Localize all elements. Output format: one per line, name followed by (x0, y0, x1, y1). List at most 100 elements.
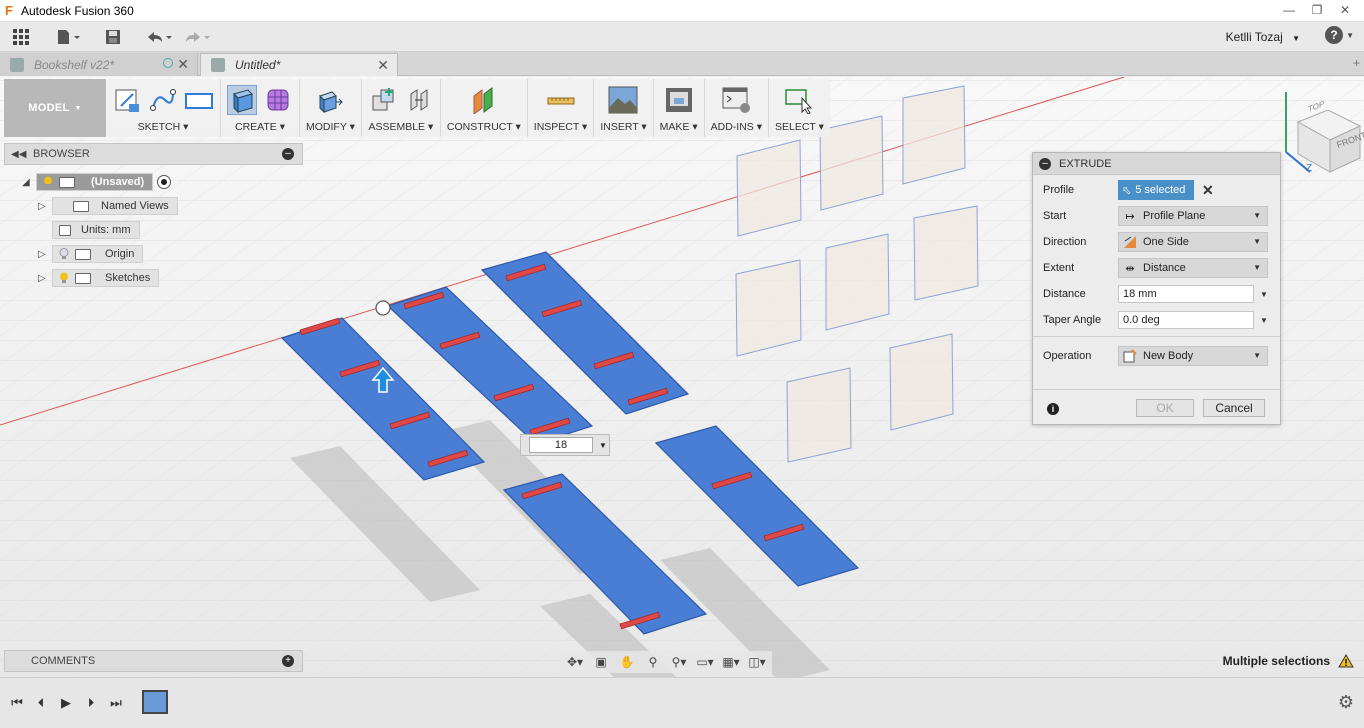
toolbar-group-label[interactable]: CONSTRUCT ▾ (447, 121, 521, 133)
visibility-bulb-icon[interactable] (59, 272, 69, 284)
toolbar-group-label[interactable]: SELECT ▾ (775, 121, 824, 133)
toolbar-group-label[interactable]: CREATE ▾ (235, 121, 285, 133)
distance-input[interactable]: 18 mm (1118, 285, 1254, 303)
browser-item-label: Named Views (101, 200, 169, 212)
extrude-dialog-header[interactable]: – EXTRUDE (1033, 153, 1280, 175)
collapse-triangle-icon[interactable]: ◢ (22, 177, 36, 188)
new-component-icon[interactable] (368, 85, 398, 115)
rectangle-tool-icon[interactable] (184, 85, 214, 115)
toolbar-group-label[interactable]: SKETCH ▾ (138, 121, 189, 133)
expand-triangle-icon[interactable]: ▷ (38, 201, 52, 212)
line-tool-icon[interactable] (148, 85, 178, 115)
start-dropdown[interactable]: ↦ Profile Plane ▼ (1118, 206, 1268, 226)
browser-item-sketches[interactable]: ▷ Sketches (38, 269, 160, 287)
minimize-panel-icon[interactable]: – (282, 148, 294, 160)
browser-item-origin[interactable]: ▷ Origin (38, 245, 144, 263)
profile-selection-count: 5 selected (1135, 184, 1186, 196)
toolbar-group-label[interactable]: MODIFY ▾ (306, 121, 355, 133)
cancel-button[interactable]: Cancel (1203, 399, 1265, 417)
workspace-label: MODEL (28, 102, 70, 114)
tab-untitled[interactable]: Untitled* ✕ (200, 53, 398, 76)
expand-triangle-icon[interactable]: ▷ (38, 273, 52, 284)
press-pull-icon[interactable] (315, 85, 345, 115)
user-menu[interactable]: Ketlli Tozaj ▼ (1226, 30, 1300, 44)
distance-manipulator-input[interactable]: 18 (529, 437, 593, 453)
close-icon[interactable]: ✕ (377, 57, 389, 74)
help-menu[interactable]: ? ▼ (1325, 26, 1354, 44)
profile-selection-button[interactable]: ⬁ 5 selected (1118, 180, 1194, 200)
inspect-group: INSPECT ▾ (528, 79, 595, 137)
maximize-icon[interactable]: ❐ (1304, 2, 1330, 18)
scripts-icon[interactable] (721, 85, 751, 115)
toolbar-group-label[interactable]: INSPECT ▾ (534, 121, 588, 133)
info-icon[interactable]: i (1047, 403, 1059, 415)
close-icon[interactable]: ✕ (1332, 2, 1358, 18)
warning-icon[interactable] (1338, 654, 1354, 668)
clear-selection-icon[interactable]: ✕ (1202, 182, 1214, 199)
tab-add-icon[interactable]: + (1353, 56, 1360, 70)
chevron-down-icon[interactable]: ▼ (599, 441, 607, 450)
fusion-logo-icon: F (5, 2, 13, 18)
insert-image-icon[interactable] (608, 85, 638, 115)
visibility-bulb-icon[interactable] (59, 248, 69, 260)
chevron-down-icon[interactable]: ▼ (1260, 316, 1268, 325)
direction-dropdown[interactable]: One Side ▼ (1118, 232, 1268, 252)
visibility-bulb-icon[interactable] (43, 176, 53, 188)
toolbar-group-label[interactable]: ASSEMBLE ▾ (368, 121, 433, 133)
browser-item-units[interactable]: Units: mm (52, 221, 140, 239)
display-settings-icon[interactable]: ▭▾ (694, 653, 716, 671)
extrude-icon[interactable] (227, 85, 257, 115)
step-back-icon[interactable]: ⏴ (32, 694, 50, 712)
extent-dropdown[interactable]: ⇹ Distance ▼ (1118, 258, 1268, 278)
minimize-icon[interactable]: — (1276, 2, 1302, 18)
joint-icon[interactable] (404, 85, 434, 115)
distance-manipulator: 18 ▼ (520, 434, 610, 456)
go-to-start-icon[interactable]: ⏮ (8, 694, 26, 712)
redo-icon[interactable] (182, 25, 212, 49)
browser-root-item[interactable]: ◢ (Unsaved) (22, 173, 172, 191)
select-icon[interactable] (784, 85, 814, 115)
toolbar-group-label[interactable]: MAKE ▾ (660, 121, 698, 133)
browser-header[interactable]: ◀◀ BROWSER – (4, 143, 303, 165)
operation-dropdown[interactable]: New Body ▼ (1118, 346, 1268, 366)
create-sketch-icon[interactable] (112, 85, 142, 115)
expand-triangle-icon[interactable]: ▷ (38, 249, 52, 260)
zoom-icon[interactable]: ⚲ (642, 653, 664, 671)
comments-header[interactable]: COMMENTS + (4, 650, 303, 672)
close-icon[interactable]: ✕ (177, 56, 189, 73)
taper-angle-input[interactable]: 0.0 deg (1118, 311, 1254, 329)
look-at-icon[interactable]: ▣ (590, 653, 612, 671)
collapse-icon[interactable]: ◀◀ (11, 149, 27, 160)
collapse-dialog-icon[interactable]: – (1039, 157, 1051, 170)
tab-bookshelf[interactable]: Bookshelf v22* ✕ (0, 53, 198, 76)
start-value: Profile Plane (1143, 210, 1206, 222)
undo-icon[interactable] (144, 25, 174, 49)
form-icon[interactable] (263, 85, 293, 115)
save-icon[interactable] (102, 25, 124, 49)
app-grid-icon[interactable] (10, 25, 32, 49)
z-axis-label: Z (1306, 163, 1313, 174)
orbit-icon[interactable]: ✥▾ (564, 653, 586, 671)
add-comment-icon[interactable]: + (282, 655, 294, 667)
toolbar-group-label[interactable]: ADD-INS ▾ (711, 121, 762, 133)
3d-print-icon[interactable] (664, 85, 694, 115)
measure-icon[interactable] (546, 85, 576, 115)
activate-radio-icon[interactable] (157, 175, 172, 189)
grid-settings-icon[interactable]: ▦▾ (720, 653, 742, 671)
go-to-end-icon[interactable]: ⏭ (107, 694, 125, 712)
file-menu-icon[interactable] (54, 25, 84, 49)
browser-item-named-views[interactable]: ▷ Named Views (38, 197, 178, 215)
play-icon[interactable]: ▶ (57, 694, 75, 712)
workspace-switcher[interactable]: MODEL ▼ (4, 79, 106, 137)
chevron-down-icon[interactable]: ▼ (1260, 290, 1268, 299)
pan-icon[interactable]: ✋ (616, 653, 638, 671)
gear-icon[interactable]: ⚙ (1338, 692, 1354, 713)
step-forward-icon[interactable]: ⏵ (82, 694, 100, 712)
taper-angle-label: Taper Angle (1043, 314, 1102, 326)
timeline-sketch-feature[interactable] (142, 690, 168, 714)
viewports-icon[interactable]: ◫▾ (746, 653, 768, 671)
offset-plane-icon[interactable] (469, 85, 499, 115)
toolbar-group-label[interactable]: INSERT ▾ (600, 121, 646, 133)
fit-icon[interactable]: ⚲▾ (668, 653, 690, 671)
ok-button[interactable]: OK (1136, 399, 1194, 417)
